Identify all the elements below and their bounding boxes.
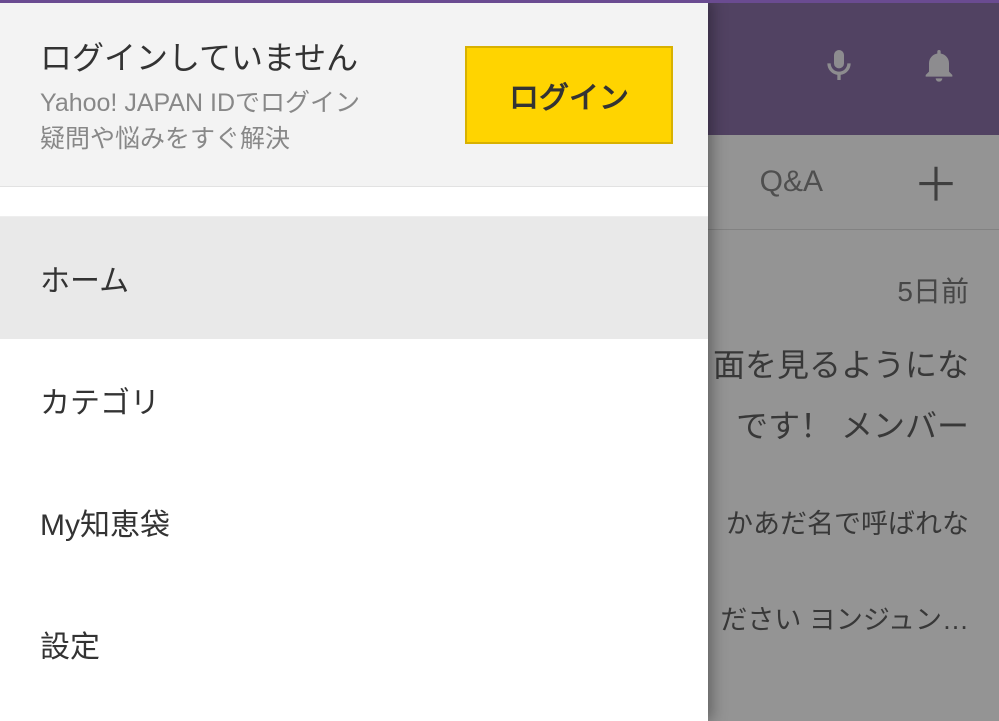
login-status-sub1: Yahoo! JAPAN IDでログイン — [40, 85, 465, 121]
login-status-block: ログインしていません Yahoo! JAPAN IDでログイン 疑問や悩みをすぐ… — [40, 33, 465, 158]
menu-item-label: ホーム — [40, 256, 129, 300]
menu-item-my-chiebukuro[interactable]: My知恵袋 — [0, 461, 708, 583]
menu-item-label: My知恵袋 — [40, 500, 170, 544]
status-bar-strip — [0, 0, 999, 3]
menu-item-category[interactable]: カテゴリ — [0, 339, 708, 461]
menu-item-label: カテゴリ — [40, 378, 160, 422]
menu-item-label: 設定 — [40, 622, 100, 666]
menu-item-home[interactable]: ホーム — [0, 217, 708, 339]
drawer-menu: ホーム カテゴリ My知恵袋 設定 — [0, 217, 708, 721]
login-button[interactable]: ログイン — [465, 46, 673, 144]
menu-item-settings[interactable]: 設定 — [0, 583, 708, 705]
drawer-gap — [0, 187, 708, 217]
login-status-title: ログインしていません — [40, 33, 465, 79]
login-status-sub2: 疑問や悩みをすぐ解決 — [40, 121, 465, 157]
nav-drawer: ログインしていません Yahoo! JAPAN IDでログイン 疑問や悩みをすぐ… — [0, 0, 708, 721]
drawer-header: ログインしていません Yahoo! JAPAN IDでログイン 疑問や悩みをすぐ… — [0, 3, 708, 187]
